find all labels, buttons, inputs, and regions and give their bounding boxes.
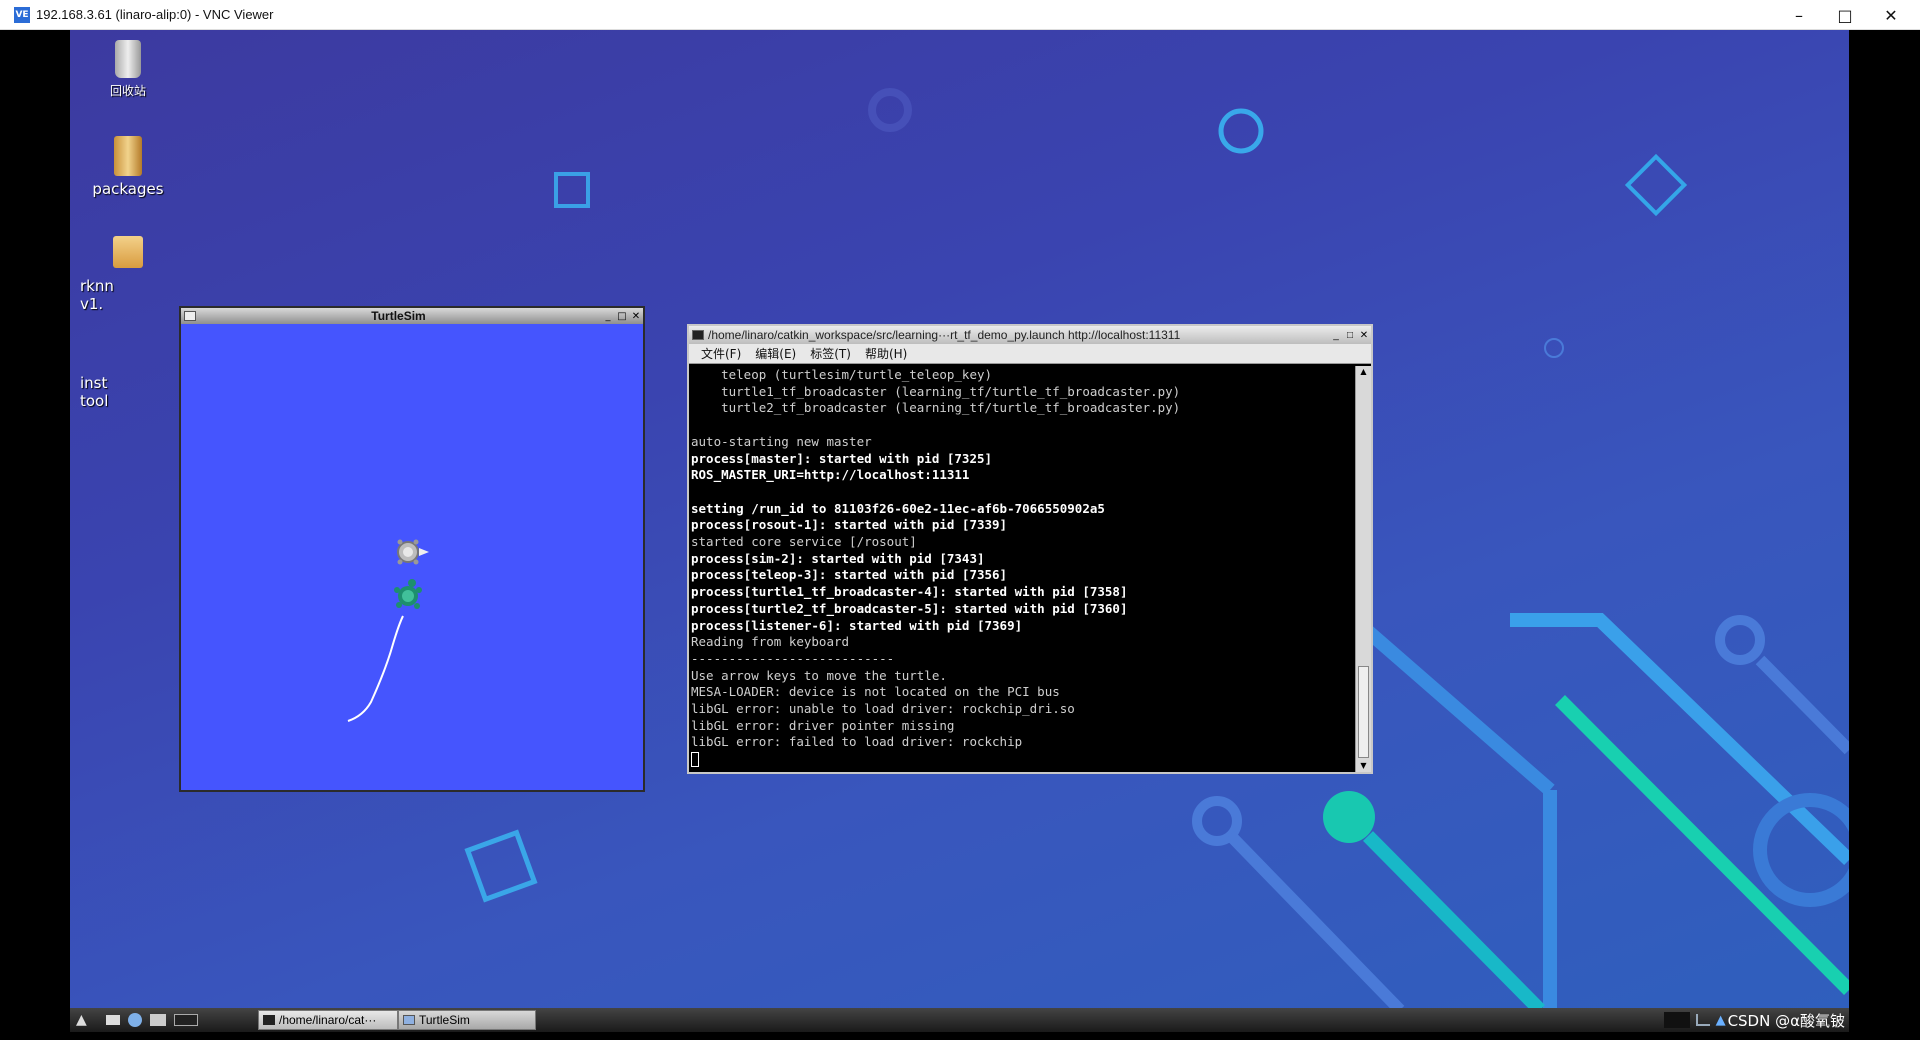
maximize-button[interactable]: □ <box>1343 328 1357 342</box>
show-desktop-icon[interactable] <box>106 1015 120 1025</box>
terminal-line: turtle2_tf_broadcaster (learning_tf/turt… <box>691 400 1181 416</box>
trash-icon <box>115 40 141 78</box>
terminal-line: ROS_MASTER_URI=http://localhost:11311 <box>691 467 970 483</box>
vnc-logo-icon: VE <box>14 6 30 23</box>
vnc-right-border <box>1849 30 1920 1040</box>
desktop-icon-trash[interactable]: 回收站 <box>83 40 173 99</box>
signal-icon[interactable] <box>1695 1014 1710 1026</box>
network-icon[interactable] <box>1663 1012 1690 1028</box>
taskbar-item-terminal[interactable]: /home/linaro/cat··· <box>258 1010 398 1030</box>
minimize-button[interactable]: _ <box>601 309 615 323</box>
turtle-canvas <box>347 539 429 722</box>
terminal-line: process[rosout-1]: started with pid [733… <box>691 517 1008 533</box>
terminal-line: setting /run_id to 81103f26-60e2-11ec-af… <box>691 500 1105 516</box>
file-manager-icon[interactable] <box>150 1014 166 1026</box>
terminal-title: /home/linaro/catkin_workspace/src/learni… <box>708 328 1181 342</box>
window-icon <box>403 1015 415 1025</box>
terminal-line: auto-starting new master <box>691 433 872 449</box>
minimize-button[interactable]: _ <box>1329 328 1343 342</box>
terminal-line: Reading from keyboard <box>691 634 850 650</box>
turtlesim-window[interactable]: TurtleSim _ □ ✕ <box>179 306 645 792</box>
vnc-titlebar: VE 192.168.3.61 (linaro-alip:0) - VNC Vi… <box>0 0 1920 30</box>
terminal-menubar: 文件(F) 编辑(E) 标签(T) 帮助(H) <box>689 344 1371 364</box>
turtle2-icon <box>394 579 422 609</box>
terminal-line: libGL error: unable to load driver: rock… <box>691 701 1075 717</box>
terminal-output[interactable]: teleop (turtlesim/turtle_teleop_key) tur… <box>689 366 1355 772</box>
turtle-path <box>347 615 404 722</box>
menu-tabs[interactable]: 标签(T) <box>810 345 851 362</box>
browser-icon[interactable] <box>128 1013 142 1027</box>
terminal-line: libGL error: failed to load driver: rock… <box>691 734 1023 750</box>
vnc-left-border <box>0 30 70 1040</box>
turtle1-icon <box>397 539 429 565</box>
terminal-line: process[teleop-3]: started with pid [735… <box>691 567 1008 583</box>
minimize-button[interactable]: – <box>1776 0 1822 30</box>
terminal-line: --------------------------- <box>691 650 895 666</box>
desktop-icon-label[interactable]: inst tool <box>80 374 108 410</box>
terminal-titlebar[interactable]: /home/linaro/catkin_workspace/src/learni… <box>689 326 1371 344</box>
scroll-thumb[interactable] <box>1358 666 1369 758</box>
terminal-icon <box>263 1015 275 1025</box>
desktop-icon-rknn[interactable] <box>83 236 173 272</box>
terminal-line: process[master]: started with pid [7325] <box>691 450 993 466</box>
terminal-scrollbar[interactable]: ▲ ▼ <box>1355 366 1371 772</box>
taskbar-item-turtlesim[interactable]: TurtleSim <box>398 1010 536 1030</box>
terminal-line: process[listener-6]: started with pid [7… <box>691 617 1023 633</box>
terminal-cursor <box>691 752 699 768</box>
terminal-line: turtle1_tf_broadcaster (learning_tf/turt… <box>691 383 1181 399</box>
watermark-text: CSDN @α酸氧铍 <box>1727 1011 1845 1030</box>
menu-file[interactable]: 文件(F) <box>701 345 741 362</box>
close-button[interactable]: ✕ <box>1868 0 1914 30</box>
desktop-icon-label: 回收站 <box>109 84 146 98</box>
window-menu-icon[interactable] <box>184 311 196 321</box>
taskbar-item-label: TurtleSim <box>419 1013 470 1027</box>
taskbar-item-label: /home/linaro/cat··· <box>279 1013 377 1027</box>
terminal-line: Use arrow keys to move the turtle. <box>691 667 947 683</box>
vnc-window-title: 192.168.3.61 (linaro-alip:0) - VNC Viewe… <box>36 7 274 22</box>
terminal-line: started core service [/rosout] <box>691 534 917 550</box>
desktop-icon-packages[interactable]: packages <box>83 136 173 198</box>
folder-icon <box>114 136 142 176</box>
menu-help[interactable]: 帮助(H) <box>865 345 907 362</box>
bluetooth-icon[interactable]: ▲ <box>1716 1013 1726 1028</box>
terminal-line: process[sim-2]: started with pid [7343] <box>691 550 985 566</box>
terminal-icon <box>692 330 704 340</box>
start-menu-icon[interactable]: ▲ <box>76 1012 98 1028</box>
scroll-down-arrow-icon[interactable]: ▼ <box>1356 760 1371 772</box>
turtlesim-titlebar[interactable]: TurtleSim _ □ ✕ <box>181 308 643 324</box>
terminal-window[interactable]: /home/linaro/catkin_workspace/src/learni… <box>687 324 1373 774</box>
terminal-line: process[turtle2_tf_broadcaster-5]: start… <box>691 600 1128 616</box>
terminal-line: teleop (turtlesim/turtle_teleop_key) <box>691 367 993 382</box>
terminal-line: process[turtle1_tf_broadcaster-4]: start… <box>691 584 1128 600</box>
menu-edit[interactable]: 编辑(E) <box>755 345 796 362</box>
workspace-switcher-icon[interactable] <box>174 1014 198 1026</box>
close-button[interactable]: ✕ <box>1357 328 1371 342</box>
terminal-line: libGL error: driver pointer missing <box>691 717 955 733</box>
desktop-icon-label[interactable]: rknn v1. <box>80 277 114 313</box>
desktop-icon-label: packages <box>92 180 164 198</box>
taskbar: ▲ /home/linaro/cat··· TurtleSim ▲ CSDN @… <box>70 1008 1849 1032</box>
archive-icon <box>113 236 143 268</box>
turtlesim-title: TurtleSim <box>371 309 426 323</box>
scroll-up-arrow-icon[interactable]: ▲ <box>1356 366 1371 378</box>
maximize-button[interactable]: □ <box>1822 0 1868 30</box>
remote-desktop[interactable]: 回收站 packages rknn v1. inst tool TurtleSi… <box>70 30 1849 1010</box>
close-button[interactable]: ✕ <box>629 309 643 323</box>
terminal-line: MESA-LOADER: device is not located on th… <box>691 684 1060 700</box>
maximize-button[interactable]: □ <box>615 309 629 323</box>
